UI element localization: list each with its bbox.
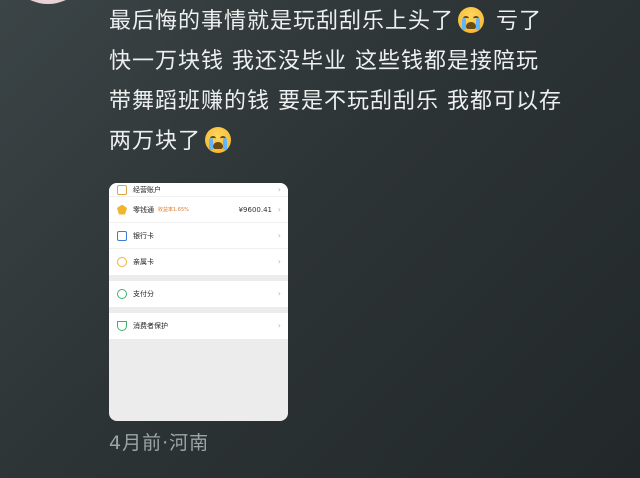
attached-screenshot[interactable]: 经营账户 › 零钱通 收益率1.65% ¥9600.41 › 银行卡 › 亲属卡… [109, 183, 288, 421]
comment-line-1: 最后悔的事情就是玩刮刮乐上头了 亏了 [109, 2, 629, 42]
row-family-card[interactable]: 亲属卡 › [109, 249, 288, 275]
pay-score-icon [117, 289, 127, 299]
row-label: 银行卡 [133, 231, 154, 240]
wallet-group-2: 支付分 › [109, 281, 288, 307]
row-label: 消费者保护 [133, 322, 168, 330]
row-lingqiantong[interactable]: 零钱通 收益率1.65% ¥9600.41 › [109, 197, 288, 223]
chevron-right-icon: › [277, 289, 281, 298]
row-consumer-protection[interactable]: 消费者保护 › [109, 313, 288, 339]
comment-line-1-after: 亏了 [496, 9, 543, 34]
comment-line-2: 快一万块钱 我还没毕业 这些钱都是接陪玩 [109, 49, 539, 74]
row-bank-card[interactable]: 银行卡 › [109, 223, 288, 249]
user-avatar[interactable] [6, 0, 90, 4]
bank-card-icon [117, 230, 127, 241]
comment-line-4-text: 两万块了 [109, 129, 202, 154]
row-label: 支付分 [133, 290, 154, 298]
row-business-account[interactable]: 经营账户 › [109, 183, 288, 197]
loudly-crying-face-icon [205, 127, 232, 153]
chevron-right-icon: › [277, 257, 281, 266]
comment-line-1-text: 最后悔的事情就是玩刮刮乐上头了 [109, 9, 455, 34]
row-label: 经营账户 [133, 185, 161, 194]
yield-badge: 收益率1.65% [158, 207, 189, 213]
comment-line-4: 两万块了 [109, 122, 629, 162]
chevron-right-icon: › [277, 321, 281, 330]
family-card-icon [117, 257, 127, 267]
chevron-right-icon: › [277, 184, 281, 194]
account-icon [117, 184, 127, 195]
loudly-crying-face-icon [458, 7, 485, 33]
balance-value: ¥9600.41 [238, 205, 272, 214]
chevron-right-icon: › [277, 204, 281, 214]
wallet-group-3: 消费者保护 › [109, 313, 288, 339]
comment-line-3: 带舞蹈班赚的钱 要是不玩刮刮乐 我都可以存 [109, 89, 562, 114]
consumer-protection-icon [117, 321, 127, 331]
row-label: 亲属卡 [133, 258, 154, 266]
chevron-right-icon: › [277, 230, 281, 240]
lingqiantong-icon [117, 204, 127, 215]
row-pay-score[interactable]: 支付分 › [109, 281, 288, 307]
comment-time-location: 4月前·河南 [109, 432, 210, 454]
wallet-group-1: 经营账户 › 零钱通 收益率1.65% ¥9600.41 › 银行卡 › 亲属卡… [109, 183, 288, 275]
row-label: 零钱通 [133, 205, 154, 214]
comment-text: 最后悔的事情就是玩刮刮乐上头了 亏了 快一万块钱 我还没毕业 这些钱都是接陪玩 … [109, 2, 629, 162]
